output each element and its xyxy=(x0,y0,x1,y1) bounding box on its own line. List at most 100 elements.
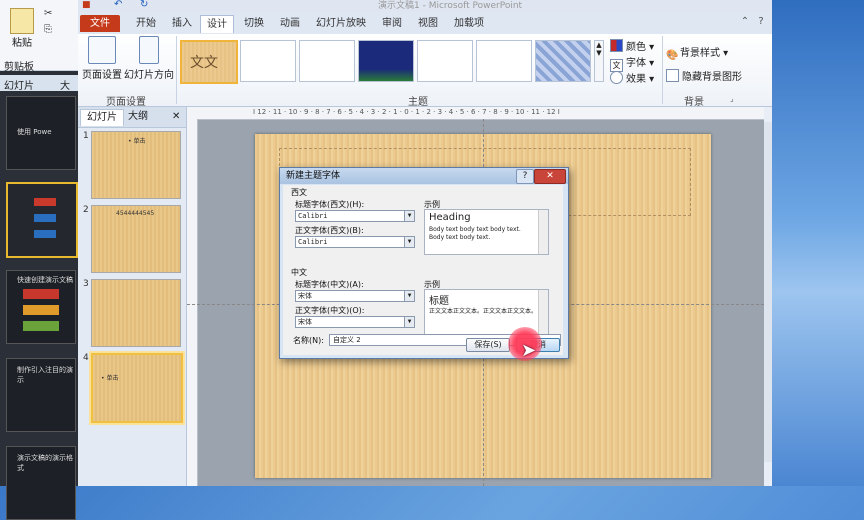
theme-thumb-6[interactable] xyxy=(476,40,532,82)
western-heading-font-label: 标题字体(西文)(H): xyxy=(295,200,365,209)
theme-thumb-2[interactable] xyxy=(240,40,296,82)
group-themes: 主题 xyxy=(408,97,428,108)
slide-thumb-4[interactable]: • 单击 xyxy=(89,351,185,425)
page-setup-label: 页面设置 xyxy=(82,70,122,81)
tab-design[interactable]: 设计 xyxy=(200,15,234,33)
western-sample-heading: Heading xyxy=(429,212,471,223)
colors-button[interactable]: 颜色 ▾ xyxy=(610,38,654,53)
paste-icon xyxy=(10,8,34,34)
slide-thumb-text: • 单击 xyxy=(128,138,146,145)
sample-scrollbar[interactable] xyxy=(538,290,548,334)
save-icon[interactable]: ■ xyxy=(82,0,91,10)
save-button[interactable]: 保存(S) xyxy=(466,338,510,352)
page-setup-button[interactable]: 页面设置 xyxy=(82,36,122,81)
slide-thumb-1[interactable]: • 单击 xyxy=(91,131,181,199)
theme-gallery-scroll[interactable]: ▲ ▼ xyxy=(594,40,604,82)
effects-button[interactable]: 效果 ▾ xyxy=(610,70,654,85)
chinese-body-font-value: 宋体 xyxy=(298,318,312,326)
slide-thumb-3[interactable] xyxy=(91,279,181,347)
background-styles-button[interactable]: 🎨 背景样式 ▾ xyxy=(666,44,728,61)
slides-panel-tabs: 幻灯片 大纲 ✕ xyxy=(78,107,186,128)
tab-view[interactable]: 视图 xyxy=(412,15,444,32)
undo-icon[interactable]: ↶ xyxy=(114,0,122,10)
chevron-down-icon[interactable]: ▼ xyxy=(404,237,414,247)
bg-slide-text: 快速创建演示文稿 xyxy=(17,276,73,284)
bg-slide-text: 使用 Powe xyxy=(17,128,52,136)
theme-thumb-7[interactable] xyxy=(535,40,591,82)
tab-insert[interactable]: 插入 xyxy=(166,15,198,32)
theme-thumb-label: 文文 xyxy=(190,55,218,71)
effects-icon xyxy=(610,71,623,84)
effects-label: 效果 xyxy=(626,74,646,85)
redo-icon[interactable]: ↻ xyxy=(140,0,148,10)
bg-slide-text: 制作引入注目的演示 xyxy=(17,366,73,384)
bg-shape xyxy=(34,214,56,222)
dialog-close-button[interactable]: ✕ xyxy=(534,169,566,184)
tab-slideshow[interactable]: 幻灯片放映 xyxy=(310,15,372,32)
divider xyxy=(662,36,663,104)
bg-slide-4: 制作引入注目的演示 xyxy=(6,358,76,432)
fonts-label: 字体 xyxy=(626,58,646,69)
theme-thumb-1[interactable]: 文文 xyxy=(180,40,238,84)
slide-number: 1 xyxy=(83,131,89,141)
theme-thumb-3[interactable] xyxy=(299,40,355,82)
chinese-sample-heading: 标题 xyxy=(429,296,449,307)
ribbon-tabs: 文件 开始 插入 设计 切换 动画 幻灯片放映 审阅 视图 加载项 ⌃ ? xyxy=(78,12,772,35)
ribbon-minimize-icon[interactable]: ⌃ xyxy=(738,15,752,29)
ruler-ticks: I 12 · 11 · 10 · 9 · 8 · 7 · 6 · 5 · 4 ·… xyxy=(253,108,560,116)
sample-scrollbar[interactable] xyxy=(538,210,548,254)
tab-transitions[interactable]: 切换 xyxy=(238,15,270,32)
chinese-heading-font-value: 宋体 xyxy=(298,292,312,300)
bg-tab-slides: 幻灯片 xyxy=(4,81,34,92)
slide-orientation-button[interactable]: 幻灯片方向 xyxy=(124,36,174,81)
close-panel-icon[interactable]: ✕ xyxy=(166,109,186,125)
chinese-heading-font-select[interactable]: 宋体 ▼ xyxy=(295,290,415,302)
divider xyxy=(176,36,177,104)
background-styles-label: 背景样式 xyxy=(680,48,720,59)
chevron-down-icon[interactable]: ▼ xyxy=(404,291,414,301)
bg-slide-5: 演示文稿的演示格式 xyxy=(6,446,76,520)
tab-home[interactable]: 开始 xyxy=(130,15,162,32)
chinese-section-label: 中文 xyxy=(291,268,307,277)
bg-shape xyxy=(34,230,56,238)
chevron-down-icon[interactable]: ▼ xyxy=(404,317,414,327)
western-section-label: 西文 xyxy=(291,188,307,197)
western-heading-font-value: Calibri xyxy=(298,212,328,220)
copy-icon: ⎘ xyxy=(44,24,52,35)
tab-review[interactable]: 审阅 xyxy=(376,15,408,32)
tab-file[interactable]: 文件 xyxy=(80,15,120,32)
western-body-font-value: Calibri xyxy=(298,238,328,246)
desktop-background xyxy=(772,0,864,486)
vertical-scrollbar[interactable] xyxy=(764,122,772,462)
hide-background-checkbox[interactable]: 隐藏背景图形 xyxy=(666,68,742,83)
western-body-font-label: 正文字体(西文)(B): xyxy=(295,226,364,235)
bg-shape xyxy=(23,321,59,331)
cut-icon: ✂ xyxy=(44,8,53,19)
window-title: 演示文稿1 - Microsoft PowerPoint xyxy=(378,1,523,11)
chinese-body-font-select[interactable]: 宋体 ▼ xyxy=(295,316,415,328)
western-sample-body: Body text body text body text. Body text… xyxy=(429,226,521,241)
slide-orientation-icon xyxy=(139,36,159,64)
theme-thumb-5[interactable] xyxy=(417,40,473,82)
slide-number: 2 xyxy=(83,205,89,215)
help-icon[interactable]: ? xyxy=(754,15,768,29)
tab-outline[interactable]: 大纲 xyxy=(122,109,154,125)
dialog-launcher-icon[interactable]: ⌟ xyxy=(730,94,734,103)
chevron-down-icon[interactable]: ▼ xyxy=(404,211,414,221)
theme-thumb-4[interactable] xyxy=(358,40,414,82)
tab-slides[interactable]: 幻灯片 xyxy=(80,109,124,126)
ribbon: 页面设置 幻灯片方向 页面设置 文文 ▲ ▼ 主题 颜色 ▾ 文字体 ▾ 效果 ▾… xyxy=(78,34,772,108)
slides-panel: 幻灯片 大纲 ✕ 1 • 单击 2 4544444545 3 4 • 单击 xyxy=(78,107,187,486)
chinese-heading-font-label: 标题字体(中文)(A): xyxy=(295,280,364,289)
western-body-font-select[interactable]: Calibri ▼ xyxy=(295,236,415,248)
tab-animations[interactable]: 动画 xyxy=(274,15,306,32)
slide-thumb-2[interactable]: 4544444545 xyxy=(91,205,181,273)
slide-number: 3 xyxy=(83,279,89,289)
dialog-help-button[interactable]: ? xyxy=(516,169,534,184)
slide-orientation-label: 幻灯片方向 xyxy=(124,70,174,81)
checkbox-icon xyxy=(666,69,679,82)
western-heading-font-select[interactable]: Calibri ▼ xyxy=(295,210,415,222)
tab-addins[interactable]: 加载项 xyxy=(448,15,490,32)
bg-tab-outline: 大 xyxy=(60,81,70,92)
chinese-sample-body: 正文文本正文文本。正文文本正文文本。 xyxy=(429,308,538,315)
